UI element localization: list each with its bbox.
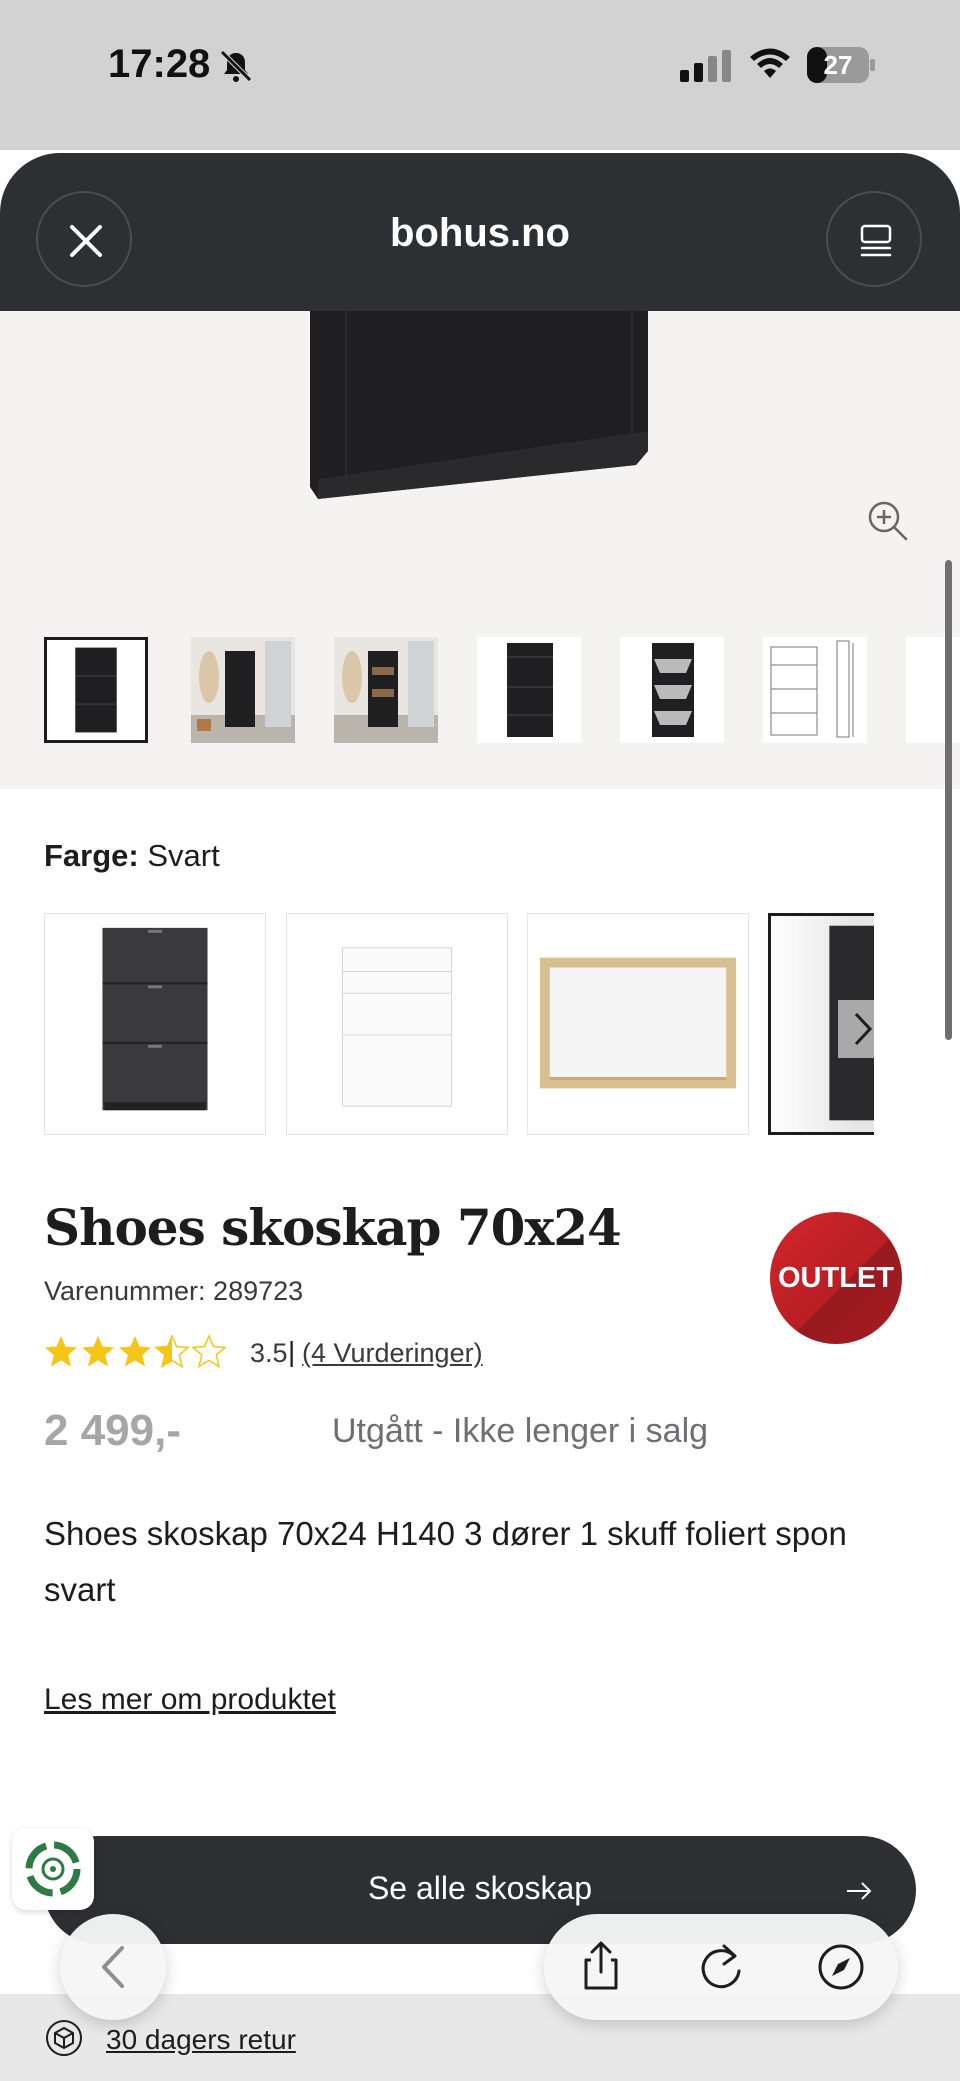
color-label: Farge: Svart xyxy=(44,838,220,874)
return-box-icon xyxy=(46,2020,82,2056)
chevron-right-icon[interactable] xyxy=(838,1000,888,1058)
reload-icon[interactable] xyxy=(694,1940,748,1994)
share-icon[interactable] xyxy=(574,1940,628,1994)
wifi-icon xyxy=(750,48,790,78)
see-all-label: Se alle skoskap xyxy=(367,1870,593,1906)
compass-icon[interactable] xyxy=(814,1940,868,1994)
availability-status: Utgått - Ikke lenger i salg xyxy=(332,1412,709,1450)
product-title: Shoes skoskap 70x24 xyxy=(44,1198,622,1257)
rating-separator: | xyxy=(288,1336,296,1367)
thumbnail-5[interactable] xyxy=(620,637,724,743)
battery-level: 27 xyxy=(823,50,853,80)
signal-icon xyxy=(680,50,731,82)
browser-actions xyxy=(544,1914,898,2020)
product-gallery[interactable] xyxy=(0,311,960,789)
scroll-indicator[interactable] xyxy=(945,560,952,1040)
thumbnail-strip[interactable] xyxy=(44,637,960,745)
color-label-key: Farge: xyxy=(44,838,139,873)
swatch-oak-white[interactable] xyxy=(527,913,749,1135)
return-policy-link[interactable]: 30 dagers retur xyxy=(106,2024,296,2056)
tabs-button[interactable] xyxy=(826,191,922,287)
zoom-in-icon[interactable] xyxy=(866,499,910,543)
rating-stars xyxy=(45,1335,226,1368)
status-time: 17:28 xyxy=(108,42,211,86)
status-bar: 17:28 27 xyxy=(0,0,960,150)
recycle-badge[interactable] xyxy=(12,1828,94,1910)
reviews-link[interactable]: (4 Vurderinger) xyxy=(302,1338,483,1369)
browser-header: bohus.no xyxy=(0,153,960,311)
bell-muted-icon xyxy=(220,50,252,82)
swatch-black[interactable] xyxy=(44,913,266,1135)
arrow-right-icon xyxy=(847,1882,872,1900)
product-main-image[interactable] xyxy=(306,311,652,499)
product-description: Shoes skoskap 70x24 H140 3 dører 1 skuff… xyxy=(44,1515,847,1608)
site-domain: bohus.no xyxy=(390,211,570,255)
product-price: 2 499,- xyxy=(44,1406,181,1455)
recycle-icon xyxy=(25,1841,81,1897)
thumbnail-3[interactable] xyxy=(334,637,438,743)
read-more-link[interactable]: Les mer om produktet xyxy=(44,1683,336,1717)
swatch-white[interactable] xyxy=(286,913,508,1135)
thumbnail-2[interactable] xyxy=(191,637,295,743)
tabs-icon xyxy=(860,224,892,257)
back-button[interactable] xyxy=(60,1914,166,2020)
rating-value: 3.5 xyxy=(250,1338,288,1368)
thumbnail-1[interactable] xyxy=(44,637,148,743)
thumbnail-6[interactable] xyxy=(763,637,867,743)
color-value: Svart xyxy=(147,838,220,873)
product-sku: Varenummer: 289723 xyxy=(44,1276,304,1306)
color-swatches[interactable] xyxy=(44,913,874,1137)
back-icon xyxy=(102,1946,124,1988)
thumbnail-4[interactable] xyxy=(477,637,581,743)
outlet-badge: OUTLET xyxy=(770,1212,902,1344)
